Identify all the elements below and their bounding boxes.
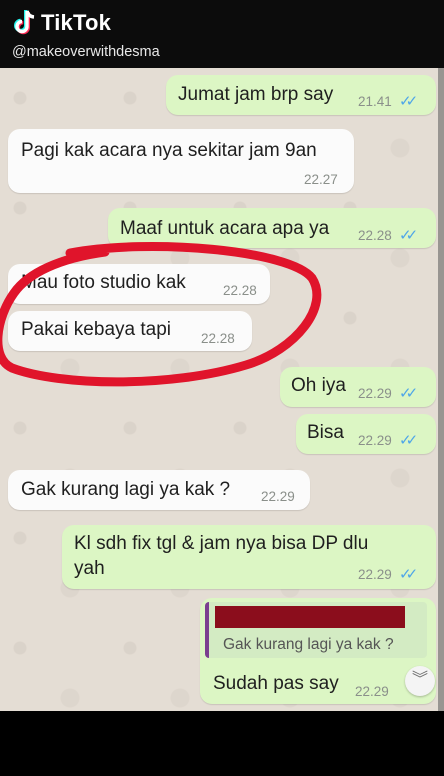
reply-message-bubble[interactable]: Gak kurang lagi ya kak ? Sudah pas say 2… bbox=[200, 598, 436, 704]
message-time: 22.29 bbox=[355, 684, 389, 699]
message-bubble[interactable]: Gak kurang lagi ya kak ? 22.29 bbox=[8, 470, 310, 510]
read-receipt-icon: ✓✓ bbox=[399, 385, 418, 402]
chevron-double-down-icon[interactable]: ︾ bbox=[405, 666, 435, 696]
message-time: 22.29 bbox=[261, 489, 295, 504]
message-time: 21.41 bbox=[358, 94, 392, 109]
message-text-line-2: yah bbox=[74, 558, 105, 579]
read-receipt-icon: ✓✓ bbox=[399, 566, 418, 583]
bottom-black-area bbox=[0, 711, 444, 776]
message-bubble[interactable]: Jumat jam brp say 21.41 ✓✓ bbox=[166, 75, 436, 115]
message-bubble[interactable]: Pagi kak acara nya sekitar jam 9an 22.27 bbox=[8, 129, 354, 193]
message-bubble[interactable]: Mau foto studio kak 22.28 bbox=[8, 264, 270, 304]
tiktok-header: TikTok @makeoverwithdesma bbox=[0, 0, 444, 68]
tiktok-note-icon bbox=[14, 10, 35, 35]
read-receipt-icon: ✓✓ bbox=[399, 227, 418, 244]
message-text: Bisa bbox=[307, 422, 344, 443]
message-bubble[interactable]: Pakai kebaya tapi 22.28 bbox=[8, 311, 252, 351]
quoted-message[interactable]: Gak kurang lagi ya kak ? bbox=[205, 602, 427, 658]
read-receipt-icon: ✓✓ bbox=[399, 93, 418, 110]
chat-area: Jumat jam brp say 21.41 ✓✓ Pagi kak acar… bbox=[0, 68, 444, 711]
message-text: Pagi kak acara nya sekitar jam 9an bbox=[21, 140, 317, 161]
tiktok-logo: TikTok bbox=[12, 9, 111, 37]
message-time: 22.29 bbox=[358, 567, 392, 582]
read-receipt-icon: ✓✓ bbox=[399, 432, 418, 449]
message-text: Pakai kebaya tapi bbox=[21, 319, 171, 340]
message-bubble[interactable]: Bisa 22.29 ✓✓ bbox=[296, 414, 436, 454]
message-text: Jumat jam brp say bbox=[178, 84, 334, 105]
message-text: Maaf untuk acara apa ya bbox=[120, 218, 330, 239]
message-text: Oh iya bbox=[291, 375, 346, 396]
message-bubble[interactable]: Maaf untuk acara apa ya 22.28 ✓✓ bbox=[108, 208, 436, 248]
message-text-line-1: Kl sdh fix tgl & jam nya bisa DP dlu bbox=[74, 533, 369, 554]
message-text: Mau foto studio kak bbox=[21, 272, 186, 293]
message-time: 22.27 bbox=[304, 172, 338, 187]
message-bubble[interactable]: Oh iya 22.29 ✓✓ bbox=[280, 367, 436, 407]
message-time: 22.29 bbox=[358, 433, 392, 448]
message-time: 22.29 bbox=[358, 386, 392, 401]
app-name: TikTok bbox=[41, 10, 112, 35]
scrollbar[interactable] bbox=[438, 68, 444, 711]
message-time: 22.28 bbox=[223, 283, 257, 298]
message-text: Gak kurang lagi ya kak ? bbox=[21, 479, 231, 500]
message-time: 22.28 bbox=[358, 228, 392, 243]
quoted-text: Gak kurang lagi ya kak ? bbox=[223, 636, 394, 653]
message-text: Sudah pas say bbox=[213, 673, 339, 694]
message-time: 22.28 bbox=[201, 331, 235, 346]
message-bubble[interactable]: Kl sdh fix tgl & jam nya bisa DP dlu yah… bbox=[62, 525, 436, 589]
redacted-sender-bar bbox=[215, 606, 405, 628]
creator-handle[interactable]: @makeoverwithdesma bbox=[12, 44, 160, 60]
